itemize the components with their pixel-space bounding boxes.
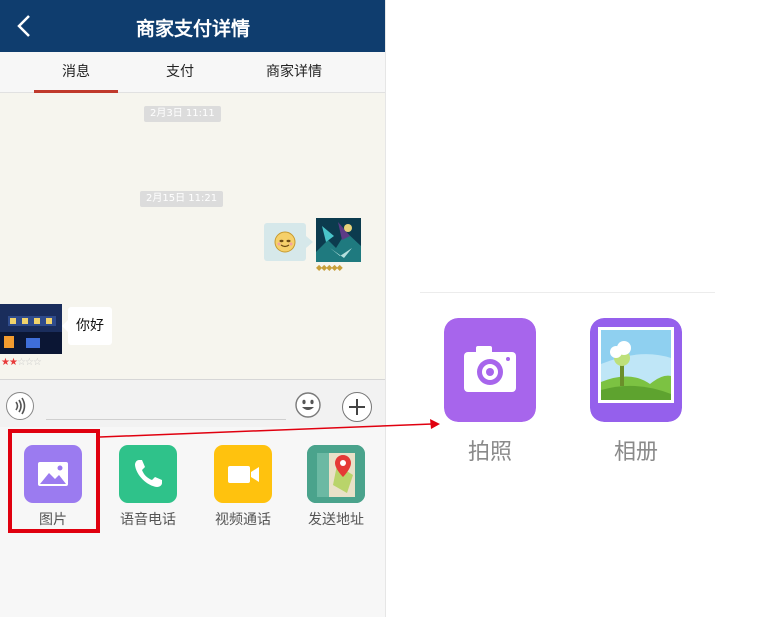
- tab-merchant-details[interactable]: 商家详情: [240, 52, 348, 93]
- tool-panel: 图片 语音电话 视频通话 发送地址: [0, 427, 385, 617]
- plus-icon: [349, 399, 365, 415]
- tool-label: 发送地址: [308, 512, 364, 528]
- image-options-panel: 拍照 相册: [400, 0, 775, 617]
- image-icon: [24, 445, 82, 503]
- rating: ◆◆◆◆◆: [316, 263, 343, 272]
- voice-icon: [15, 397, 26, 415]
- avatar-image: [0, 304, 62, 354]
- message-input[interactable]: [46, 390, 286, 420]
- emoji-button[interactable]: [294, 391, 322, 419]
- input-bar: [0, 379, 385, 427]
- rating-filled: ★★: [1, 357, 18, 368]
- message-bubble[interactable]: 你好: [62, 307, 112, 345]
- tab-bar: 消息 支付 商家详情: [0, 52, 385, 93]
- option-label: 相册: [613, 440, 658, 465]
- voice-button[interactable]: [6, 392, 34, 420]
- avatar-image: [316, 218, 361, 262]
- rating: ★★☆☆☆: [1, 357, 42, 368]
- phone-icon: [119, 445, 177, 503]
- tool-label: 语音电话: [120, 512, 176, 528]
- rating-empty: ☆☆☆: [16, 357, 42, 368]
- option-label: 拍照: [467, 440, 512, 465]
- smiley-icon: [295, 392, 321, 418]
- tab-messages[interactable]: 消息: [34, 52, 118, 93]
- phone-screen: 商家支付详情 消息 支付 商家详情 2月3日 11:11 ◆◆◆◆◆ 2月15日…: [0, 0, 386, 617]
- tab-pay[interactable]: 支付: [140, 52, 220, 93]
- page-title: 商家支付详情: [135, 18, 250, 40]
- tool-label: 图片: [39, 512, 67, 528]
- message-bubble-emoji[interactable]: [264, 223, 313, 261]
- timestamp: 2月3日 11:11: [144, 106, 221, 122]
- map-pin-icon: [307, 445, 365, 503]
- avatar[interactable]: [316, 218, 361, 262]
- camera-icon: [444, 318, 536, 422]
- divider: [420, 292, 715, 293]
- chat-area: 2月3日 11:11 ◆◆◆◆◆ 2月15日 11:21 ★★☆☆☆ 你好: [0, 93, 385, 379]
- more-tools-button[interactable]: [342, 392, 372, 422]
- tool-label: 视频通话: [215, 512, 271, 528]
- smile-emoji-icon: [274, 231, 296, 253]
- title-bar: 商家支付详情: [0, 0, 385, 52]
- timestamp: 2月15日 11:21: [140, 191, 224, 207]
- album-icon: [590, 318, 682, 422]
- avatar[interactable]: [0, 304, 62, 354]
- video-icon: [214, 445, 272, 503]
